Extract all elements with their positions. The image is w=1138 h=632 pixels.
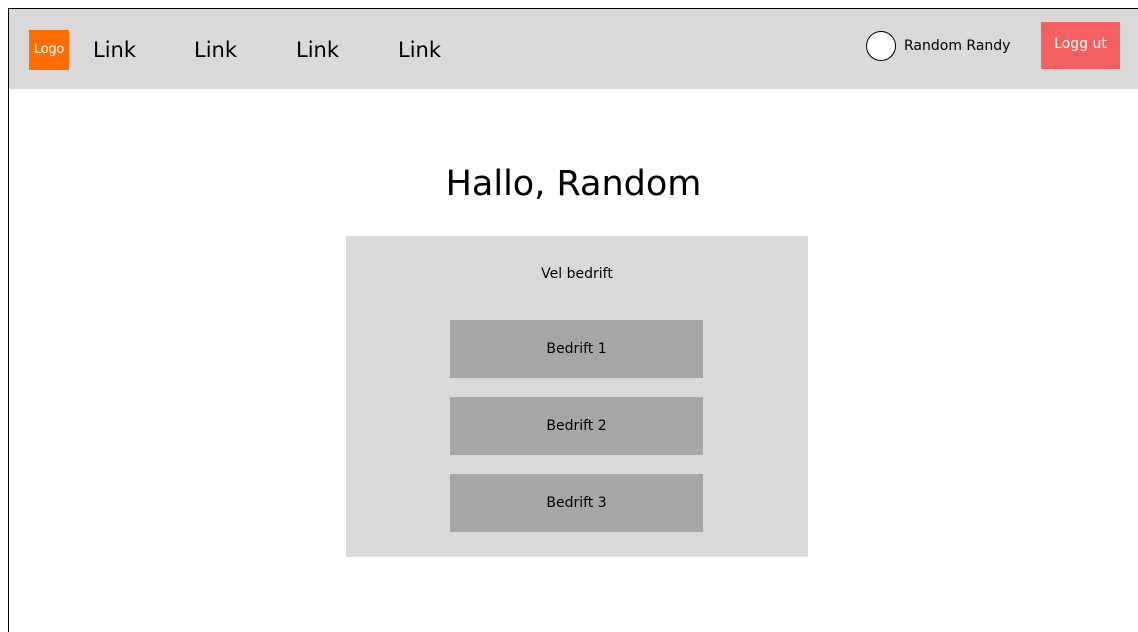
logout-button[interactable]: Logg ut <box>1041 22 1120 69</box>
page-frame: Logo Link Link Link Link Random Randy Lo… <box>8 8 1138 632</box>
greeting-heading: Hallo, Random <box>445 164 702 204</box>
logo[interactable]: Logo <box>29 30 69 70</box>
company-select-panel: Vel bedrift Bedrift 1 Bedrift 2 Bedrift … <box>346 236 808 557</box>
company-button-2[interactable]: Bedrift 2 <box>450 397 703 455</box>
nav-link-2[interactable]: Link <box>194 35 237 65</box>
nav-link-4[interactable]: Link <box>398 35 441 65</box>
company-button-3[interactable]: Bedrift 3 <box>450 474 703 532</box>
user-avatar-icon[interactable] <box>866 31 896 61</box>
panel-title: Vel bedrift <box>541 266 613 282</box>
company-button-1[interactable]: Bedrift 1 <box>450 320 703 378</box>
nav-link-1[interactable]: Link <box>93 35 136 65</box>
user-name: Random Randy <box>904 38 1011 54</box>
nav-link-3[interactable]: Link <box>296 35 339 65</box>
top-navbar: Logo Link Link Link Link Random Randy Lo… <box>9 9 1138 89</box>
